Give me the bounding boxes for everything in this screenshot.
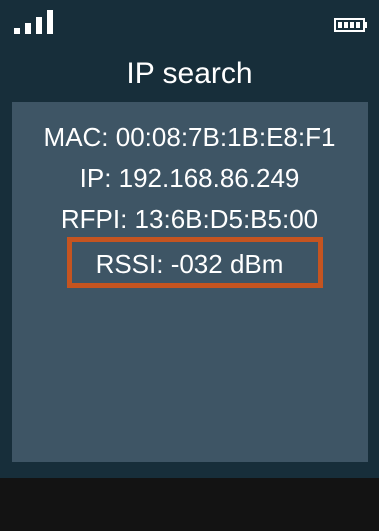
battery-full-icon: [334, 18, 368, 32]
softkey-bar: [0, 478, 379, 531]
mac-address-text: MAC: 00:08:7B:1B:E8:F1: [43, 122, 336, 152]
status-bar: [0, 0, 379, 40]
rfpi-text: RFPI: 13:6B:D5:B5:00: [60, 204, 319, 234]
ip-address-text: IP: 192.168.86.249: [79, 163, 300, 193]
phone-screen: IP search MAC: 00:08:7B:1B:E8:F1 IP: 192…: [0, 0, 379, 531]
page-title: IP search: [126, 57, 253, 90]
signal-strength-icon: [14, 10, 58, 34]
rssi-text: RSSI: -032 dBm: [95, 249, 284, 279]
